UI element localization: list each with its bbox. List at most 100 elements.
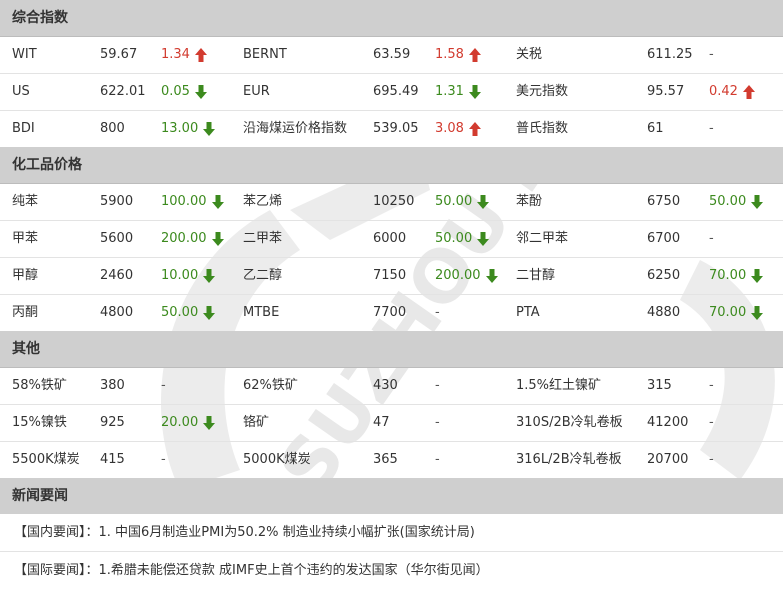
- item-change: 0.42: [709, 74, 755, 110]
- item-name: 5000K煤炭: [243, 452, 311, 467]
- item-price: 622.01: [100, 84, 146, 99]
- table-row: US 622.01 0.05 EUR 695.49 1.31 美元指数 95.57 0.42: [0, 74, 783, 111]
- item-price: 315: [647, 378, 672, 393]
- item-name: BDI: [12, 121, 35, 136]
- arrow-down-icon: [211, 194, 224, 209]
- item-price: 925: [100, 415, 125, 430]
- item-price: 800: [100, 121, 125, 136]
- composite-index-table: WIT 59.67 1.34 BERNT 63.59 1.58 关税 611.25 - US 622…: [0, 37, 783, 147]
- table-row: 58%铁矿 380 - 62%铁矿 430 - 1.5%红土镍矿 315 -: [0, 368, 783, 405]
- item-change: 200.00: [435, 258, 498, 294]
- table-row: 甲苯 5600 200.00 二甲苯 6000 50.00 邻二甲苯 6700 -: [0, 221, 783, 258]
- item-price: 95.57: [647, 84, 685, 99]
- item-name: 普氏指数: [516, 121, 569, 136]
- arrow-down-icon: [211, 231, 224, 246]
- item-change: 200.00: [161, 221, 224, 257]
- arrow-up-icon: [468, 47, 481, 62]
- item-price: 380: [100, 378, 125, 393]
- item-name: 1.5%红土镍矿: [516, 378, 602, 393]
- arrow-down-icon: [468, 84, 481, 99]
- item-price: 59.67: [100, 47, 138, 62]
- item-change: 0.05: [161, 74, 207, 110]
- item-price: 4800: [100, 305, 134, 320]
- other-price-table: 58%铁矿 380 - 62%铁矿 430 - 1.5%红土镍矿 315 - 15%镍铁 925 20…: [0, 368, 783, 478]
- section-header-composite: 综合指数: [0, 0, 783, 37]
- item-change: -: [709, 378, 714, 393]
- item-change: 3.08: [435, 111, 481, 147]
- item-change: -: [709, 231, 714, 246]
- item-name: 苯酚: [516, 194, 543, 209]
- item-change: 1.58: [435, 37, 481, 73]
- item-name: PTA: [516, 305, 540, 320]
- item-price: 41200: [647, 415, 689, 430]
- item-change: -: [709, 452, 714, 467]
- item-price: 2460: [100, 268, 134, 283]
- item-name: EUR: [243, 84, 270, 99]
- item-price: 415: [100, 452, 125, 467]
- arrow-down-icon: [751, 305, 764, 320]
- item-change: 70.00: [709, 295, 764, 331]
- news-item-domestic[interactable]: 【国内要闻】：1. 中国6月制造业PMI为50.2% 制造业持续小幅扩张(国家统…: [0, 514, 783, 552]
- item-change: -: [161, 378, 166, 393]
- item-price: 10250: [373, 194, 415, 209]
- item-price: 539.05: [373, 121, 419, 136]
- item-change: -: [709, 121, 714, 136]
- item-change: 50.00: [161, 295, 216, 331]
- item-change: -: [709, 47, 714, 62]
- item-name: 58%铁矿: [12, 378, 67, 393]
- table-row: 丙酮 4800 50.00 MTBE 7700 - PTA 4880 70.00: [0, 295, 783, 331]
- item-change: 50.00: [709, 184, 764, 220]
- item-price: 4880: [647, 305, 681, 320]
- item-name: 甲苯: [12, 231, 39, 246]
- item-name: 乙二醇: [243, 268, 283, 283]
- item-change: 1.34: [161, 37, 207, 73]
- item-price: 6700: [647, 231, 681, 246]
- arrow-down-icon: [203, 305, 216, 320]
- item-name: 沿海煤运价格指数: [243, 121, 348, 136]
- table-row: 5500K煤炭 415 - 5000K煤炭 365 - 316L/2B冷轧卷板 20700 -: [0, 442, 783, 478]
- item-change: -: [161, 452, 166, 467]
- arrow-up-icon: [194, 47, 207, 62]
- arrow-down-icon: [203, 268, 216, 283]
- news-item-international[interactable]: 【国际要闻】：1.希腊未能偿还贷款 成IMF史上首个违约的发达国家（华尔街见闻）: [0, 552, 783, 589]
- arrow-down-icon: [194, 84, 207, 99]
- item-price: 61: [647, 121, 664, 136]
- item-change: -: [435, 415, 440, 430]
- item-name: 丙酮: [12, 305, 39, 320]
- item-price: 20700: [647, 452, 689, 467]
- item-price: 5900: [100, 194, 134, 209]
- item-change: 20.00: [161, 405, 216, 441]
- arrow-down-icon: [477, 194, 490, 209]
- item-price: 6000: [373, 231, 407, 246]
- item-name: US: [12, 84, 30, 99]
- arrow-down-icon: [751, 268, 764, 283]
- item-name: 关税: [516, 47, 543, 62]
- item-change: -: [435, 305, 440, 320]
- item-change: -: [435, 378, 440, 393]
- item-price: 365: [373, 452, 398, 467]
- item-name: MTBE: [243, 305, 280, 320]
- item-price: 63.59: [373, 47, 411, 62]
- item-change: 70.00: [709, 258, 764, 294]
- item-change: 10.00: [161, 258, 216, 294]
- item-change: 1.31: [435, 74, 481, 110]
- table-row: BDI 800 13.00 沿海煤运价格指数 539.05 3.08 普氏指数 61 -: [0, 111, 783, 147]
- item-name: 15%镍铁: [12, 415, 67, 430]
- arrow-up-icon: [468, 121, 481, 136]
- arrow-up-icon: [742, 84, 755, 99]
- arrow-down-icon: [203, 121, 216, 136]
- arrow-down-icon: [477, 231, 490, 246]
- item-change: 13.00: [161, 111, 216, 147]
- item-name: 二甘醇: [516, 268, 556, 283]
- table-row: 15%镍铁 925 20.00 铬矿 47 - 310S/2B冷轧卷板 41200 -: [0, 405, 783, 442]
- item-price: 47: [373, 415, 390, 430]
- item-name: 二甲苯: [243, 231, 283, 246]
- item-name: 5500K煤炭: [12, 452, 80, 467]
- item-price: 611.25: [647, 47, 693, 62]
- item-name: 316L/2B冷轧卷板: [516, 452, 622, 467]
- item-name: 苯乙烯: [243, 194, 283, 209]
- item-change: -: [435, 452, 440, 467]
- table-row: 甲醇 2460 10.00 乙二醇 7150 200.00 二甘醇 6250 70.00: [0, 258, 783, 295]
- section-header-news: 新闻要闻: [0, 478, 783, 514]
- item-price: 430: [373, 378, 398, 393]
